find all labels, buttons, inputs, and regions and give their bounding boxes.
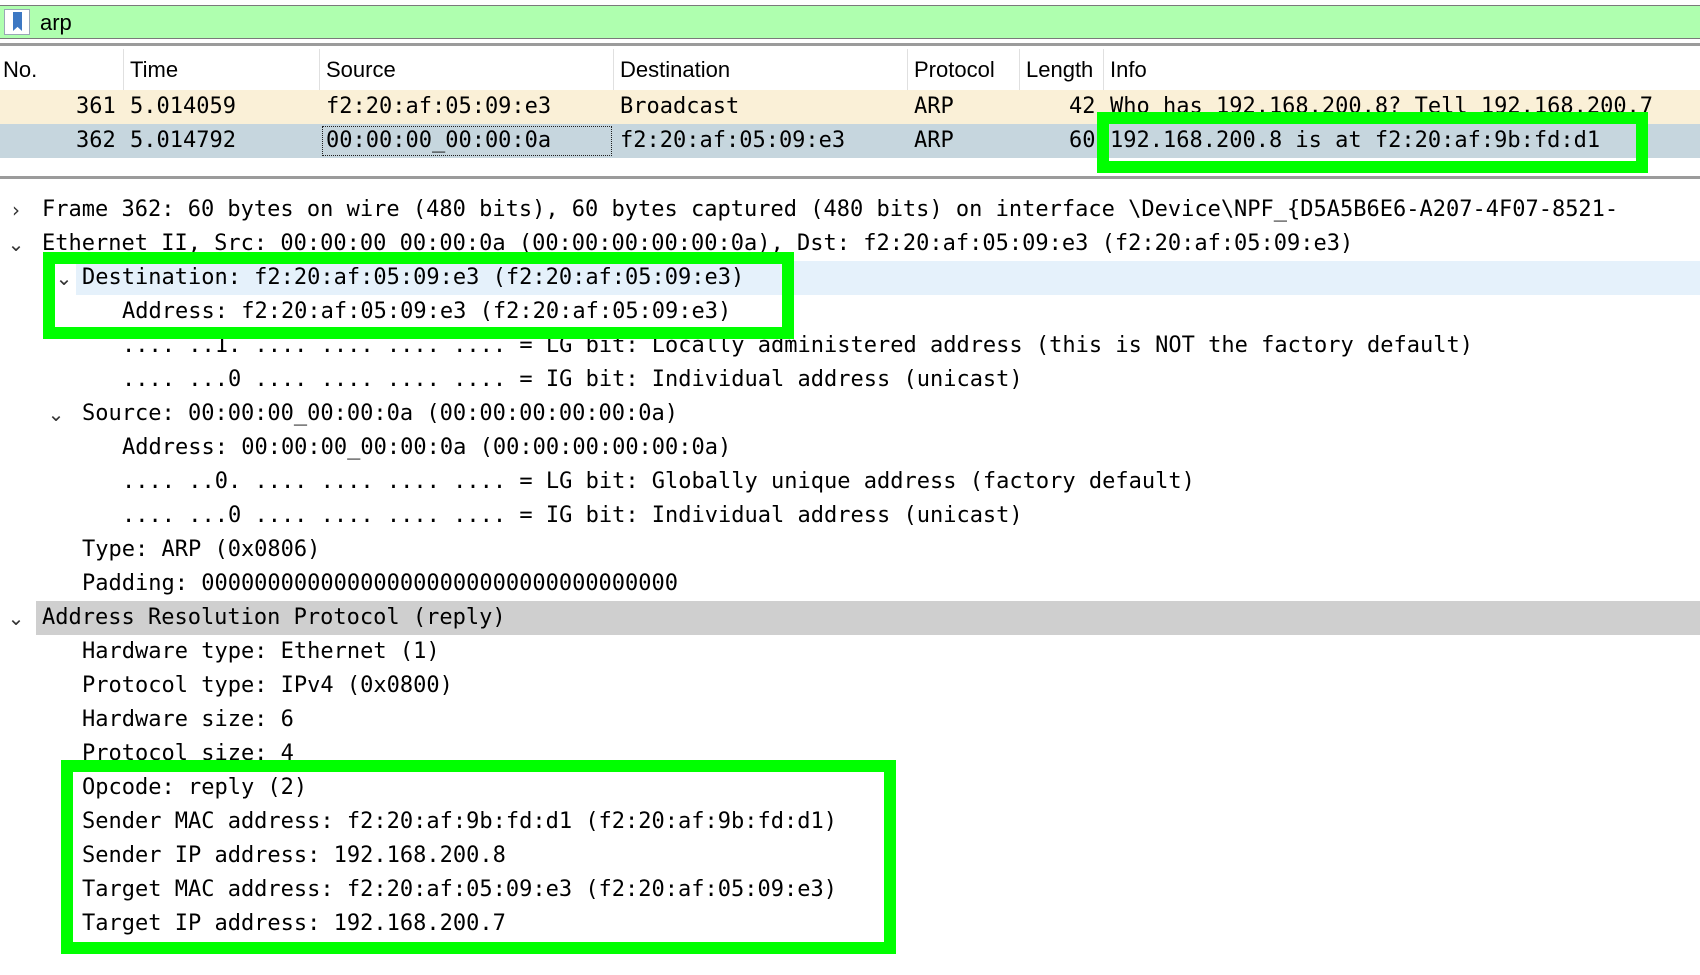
column-header-no[interactable]: No.: [0, 49, 123, 90]
packet-protocol: ARP: [914, 128, 954, 153]
tree-item-label: Type: ARP (0x0806): [82, 537, 321, 562]
annotation-box-info: [1097, 112, 1648, 173]
tree-item-type[interactable]: Type: ARP (0x0806): [0, 533, 1700, 567]
display-filter-input[interactable]: arp: [40, 10, 72, 36]
bookmark-icon[interactable]: [4, 9, 30, 35]
tree-item-label: Padding: 0000000000000000000000000000000…: [82, 571, 679, 596]
packet-length: 60: [1069, 128, 1096, 153]
tree-item-proto-type[interactable]: Protocol type: IPv4 (0x0800): [0, 669, 1700, 703]
pane-splitter[interactable]: [0, 176, 1700, 179]
tree-item-hw-type[interactable]: Hardware type: Ethernet (1): [0, 635, 1700, 669]
tree-item-source[interactable]: ⌄ Source: 00:00:00_00:00:0a (00:00:00:00…: [0, 397, 1700, 431]
column-header-destination[interactable]: Destination: [613, 49, 907, 90]
tree-item-label: .... ...0 .... .... .... .... = IG bit: …: [122, 503, 1023, 528]
tree-item-dst-ig-bit[interactable]: .... ...0 .... .... .... .... = IG bit: …: [0, 363, 1700, 397]
packet-source: 00:00:00_00:00:0a: [326, 128, 552, 153]
packet-no: 362: [76, 128, 116, 153]
packet-length: 42: [1069, 94, 1096, 119]
column-header-protocol[interactable]: Protocol: [907, 49, 1019, 90]
packet-time: 5.014792: [130, 128, 236, 153]
tree-item-label: Source: 00:00:00_00:00:0a (00:00:00:00:0…: [82, 401, 679, 426]
chevron-down-icon[interactable]: ⌄: [6, 601, 26, 635]
divider: [0, 43, 1700, 46]
tree-item-hw-size[interactable]: Hardware size: 6: [0, 703, 1700, 737]
packet-destination: Broadcast: [620, 94, 740, 119]
packet-destination: f2:20:af:05:09:e3: [620, 128, 846, 153]
display-filter-bar: arp: [0, 5, 1700, 39]
tree-item-src-lg-bit[interactable]: .... ..0. .... .... .... .... = LG bit: …: [0, 465, 1700, 499]
tree-item-src-address[interactable]: Address: 00:00:00_00:00:0a (00:00:00:00:…: [0, 431, 1700, 465]
tree-item-label: Frame 362: 60 bytes on wire (480 bits), …: [42, 197, 1619, 222]
packet-source: f2:20:af:05:09:e3: [326, 94, 552, 119]
tree-item-label: .... ...0 .... .... .... .... = IG bit: …: [122, 367, 1023, 392]
tree-item-frame[interactable]: › Frame 362: 60 bytes on wire (480 bits)…: [0, 193, 1700, 227]
tree-item-arp[interactable]: ⌄ Address Resolution Protocol (reply): [8, 601, 1700, 635]
tree-item-label: .... ..0. .... .... .... .... = LG bit: …: [122, 469, 1195, 494]
chevron-right-icon[interactable]: ›: [6, 193, 26, 227]
packet-protocol: ARP: [914, 94, 954, 119]
tree-item-label: Hardware type: Ethernet (1): [82, 639, 440, 664]
column-header-length[interactable]: Length: [1019, 49, 1103, 90]
tree-item-padding[interactable]: Padding: 0000000000000000000000000000000…: [0, 567, 1700, 601]
tree-item-label: Address Resolution Protocol (reply): [42, 605, 506, 630]
tree-item-label: Hardware size: 6: [82, 707, 294, 732]
annotation-box-arp-fields: [61, 760, 896, 954]
packet-time: 5.014059: [130, 94, 236, 119]
packet-no: 361: [76, 94, 116, 119]
chevron-down-icon[interactable]: ⌄: [6, 227, 26, 261]
chevron-down-icon[interactable]: ⌄: [46, 397, 66, 431]
tree-item-label: Protocol type: IPv4 (0x0800): [82, 673, 453, 698]
column-header-time[interactable]: Time: [123, 49, 319, 90]
annotation-box-destination: [43, 252, 794, 339]
column-header-source[interactable]: Source: [319, 49, 613, 90]
column-header-info[interactable]: Info: [1103, 49, 1700, 90]
packet-list-header: No. Time Source Destination Protocol Len…: [0, 49, 1700, 91]
tree-item-label: Address: 00:00:00_00:00:0a (00:00:00:00:…: [122, 435, 732, 460]
tree-item-src-ig-bit[interactable]: .... ...0 .... .... .... .... = IG bit: …: [0, 499, 1700, 533]
